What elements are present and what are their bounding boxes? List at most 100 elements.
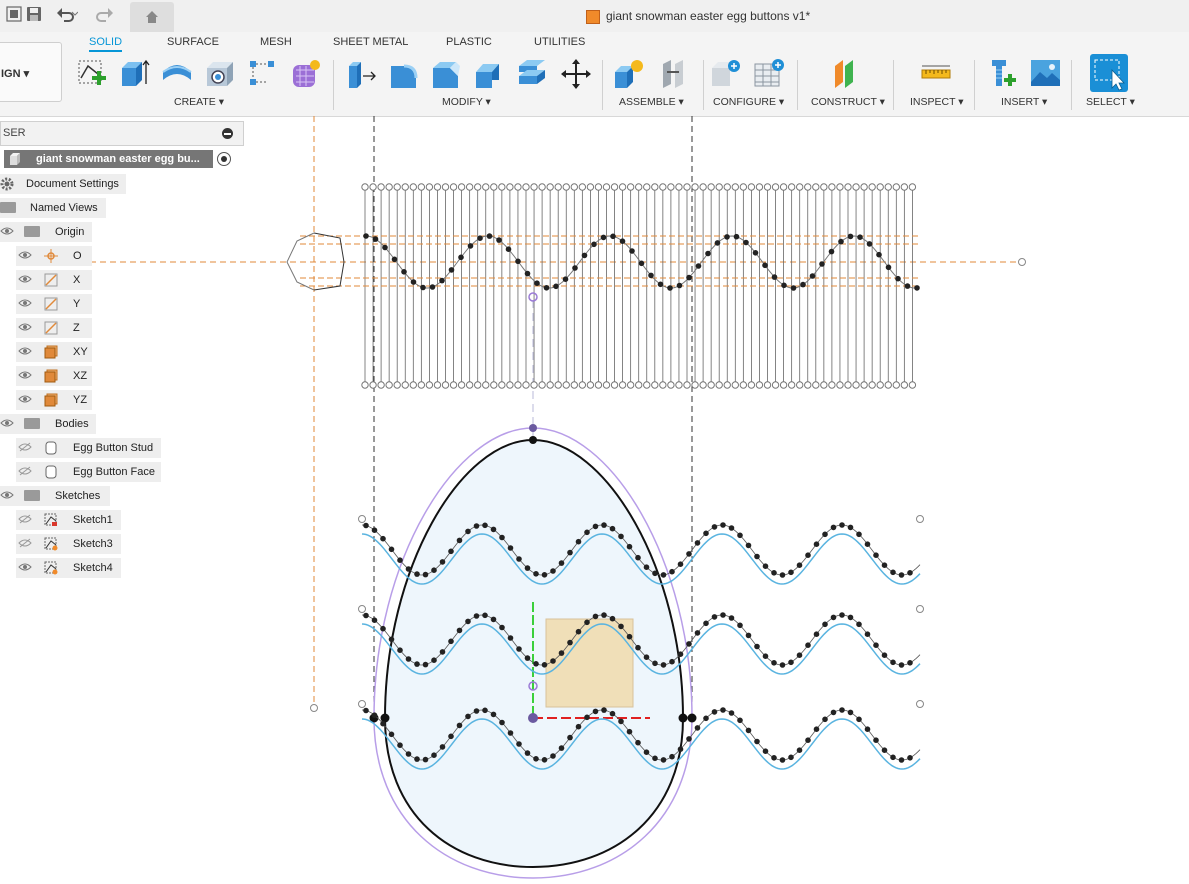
sketch-point (581, 252, 588, 259)
activate-radio[interactable] (217, 152, 231, 166)
visibility-eye-icon[interactable] (0, 226, 14, 236)
select-menu[interactable]: SELECT ▾ (1086, 96, 1135, 108)
insert-canvas-icon[interactable] (1030, 58, 1060, 88)
insert-mcmaster-icon[interactable] (988, 58, 1018, 88)
sketch-point (812, 381, 820, 389)
tab-sheet-metal[interactable]: SHEET METAL (333, 36, 408, 48)
tree-item-y-axis[interactable]: Y (16, 294, 92, 314)
create-menu[interactable]: CREATE ▾ (174, 96, 224, 108)
tree-item-sketch[interactable]: Sketch4 (16, 558, 121, 578)
hidden-eye-icon[interactable] (18, 442, 32, 452)
construct-menu[interactable]: CONSTRUCT ▾ (811, 96, 885, 108)
home-tab[interactable] (130, 2, 174, 32)
sketch-point (380, 535, 386, 542)
tree-item-x-axis[interactable]: X (16, 270, 92, 290)
tree-item-body[interactable]: Egg Button Face (16, 462, 161, 482)
form-icon[interactable] (290, 58, 320, 88)
sketch-point (456, 537, 463, 544)
hole-icon[interactable] (204, 58, 234, 88)
hidden-eye-icon[interactable] (18, 538, 32, 548)
tree-item-yz-plane[interactable]: YZ (16, 390, 92, 410)
measure-icon[interactable] (920, 58, 951, 88)
fillet-icon[interactable] (388, 58, 418, 88)
tree-item-named-views[interactable]: Named Views (0, 198, 106, 218)
visibility-eye-icon[interactable] (18, 250, 32, 260)
sketch-point (506, 183, 514, 191)
design-canvas[interactable] (0, 116, 1189, 884)
revolve-icon[interactable] (161, 58, 192, 88)
sketch-point (755, 381, 764, 389)
visibility-eye-icon[interactable] (0, 418, 14, 428)
tree-item-origin-point[interactable]: O (16, 246, 92, 266)
tree-item-origin[interactable]: Origin (0, 222, 92, 242)
tree-item-document-settings[interactable]: Document Settings (0, 174, 126, 194)
sketch-point (448, 638, 454, 645)
sketch-point (405, 656, 412, 662)
save-icon[interactable] (24, 6, 44, 26)
tree-item-sketches[interactable]: Sketches (0, 486, 110, 506)
configure-icon[interactable] (710, 58, 740, 88)
title-bar: giant snowman easter egg buttons v1* (0, 0, 1189, 33)
sketch-point (694, 725, 701, 731)
tab-mesh[interactable]: MESH (260, 36, 292, 48)
tree-item-xy-plane[interactable]: XY (16, 342, 92, 362)
tree-item-body[interactable]: Egg Button Stud (16, 438, 161, 458)
offset-plane-icon[interactable] (831, 58, 861, 88)
visibility-eye-icon[interactable] (18, 274, 32, 284)
sketch-point (397, 557, 403, 563)
hidden-eye-icon[interactable] (18, 466, 32, 476)
select-icon[interactable] (1090, 54, 1128, 92)
pattern-icon[interactable] (247, 58, 277, 88)
hidden-eye-icon[interactable] (18, 514, 32, 524)
chamfer-icon[interactable] (430, 58, 460, 88)
visibility-eye-icon[interactable] (18, 562, 32, 572)
tree-item-label: O (73, 250, 82, 262)
tree-item-sketch[interactable]: Sketch1 (16, 510, 121, 530)
sketch-point (388, 546, 395, 553)
tree-item-xz-plane[interactable]: XZ (16, 366, 92, 386)
visibility-eye-icon[interactable] (18, 298, 32, 308)
new-component-icon[interactable] (613, 58, 643, 88)
tree-item-bodies[interactable]: Bodies (0, 414, 96, 434)
collapse-icon[interactable] (222, 128, 233, 139)
move-copy-icon[interactable] (560, 58, 591, 89)
extrude-icon[interactable] (118, 58, 150, 88)
visibility-eye-icon[interactable] (18, 370, 32, 380)
visibility-eye-icon[interactable] (18, 322, 32, 332)
joint-icon[interactable] (657, 58, 687, 88)
assemble-menu[interactable]: ASSEMBLE ▾ (619, 96, 684, 108)
visibility-eye-icon[interactable] (18, 346, 32, 356)
grid-file-icon[interactable] (4, 6, 24, 26)
root-component[interactable]: giant snowman easter egg bu... (4, 150, 213, 168)
undo-icon[interactable] (56, 6, 79, 26)
tab-solid[interactable]: SOLID (89, 36, 123, 52)
sketch-point (505, 246, 512, 252)
sketch-point (422, 571, 429, 578)
create-sketch-icon[interactable] (76, 58, 106, 88)
insert-menu[interactable]: INSERT ▾ (1001, 96, 1047, 108)
inspect-menu[interactable]: INSPECT ▾ (910, 96, 964, 108)
shell-icon[interactable] (473, 58, 503, 88)
configure-menu[interactable]: CONFIGURE ▾ (713, 96, 784, 108)
sketch-point (439, 277, 445, 284)
sketch-point (490, 183, 498, 191)
tab-surface[interactable]: SURFACE (167, 36, 219, 48)
redo-icon[interactable] (96, 6, 116, 26)
sketch-point (669, 568, 675, 575)
tree-item-sketch[interactable]: Sketch3 (16, 534, 121, 554)
modify-menu[interactable]: MODIFY ▾ (442, 96, 491, 108)
visibility-eye-icon[interactable] (0, 490, 14, 500)
sketch-point (534, 280, 540, 287)
sketch-point (567, 549, 573, 556)
sketch-point (788, 569, 794, 576)
tab-plastic[interactable]: PLASTIC (446, 36, 492, 48)
sketch-point (467, 243, 474, 249)
workspace-switcher[interactable]: IGN ▾ (0, 42, 62, 102)
sketch-point (458, 254, 464, 261)
split-body-icon[interactable] (517, 58, 547, 88)
configuration-table-icon[interactable] (753, 58, 784, 88)
tree-item-z-axis[interactable]: Z (16, 318, 92, 338)
press-pull-icon[interactable] (345, 58, 376, 88)
visibility-eye-icon[interactable] (18, 394, 32, 404)
tab-utilities[interactable]: UTILITIES (534, 36, 585, 48)
